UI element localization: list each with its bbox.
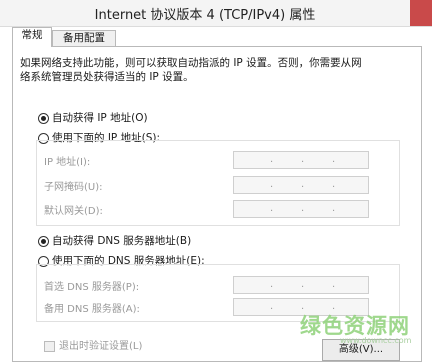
description-line: 络系统管理员处获得适当的 IP 设置。: [20, 71, 194, 83]
close-button[interactable]: [410, 0, 432, 26]
ip-dot: .: [270, 203, 274, 214]
checkbox-icon[interactable]: [44, 340, 55, 352]
ip-dot: .: [301, 203, 305, 214]
preferred-dns-label: 首选 DNS 服务器(P):: [44, 282, 140, 293]
ip-address-label: IP 地址(I):: [44, 157, 91, 168]
subnet-mask-input[interactable]: ...: [233, 176, 369, 194]
preferred-dns-input[interactable]: ...: [233, 276, 369, 294]
ip-dot: .: [332, 154, 336, 165]
default-gateway-input[interactable]: ...: [233, 200, 369, 218]
title-bar: Internet 协议版本 4 (TCP/IPv4) 属性: [0, 0, 432, 27]
auto-dns-label: 自动获得 DNS 服务器地址(B): [52, 235, 192, 247]
auto-dns-option[interactable]: 自动获得 DNS 服务器地址(B): [38, 234, 191, 248]
ip-dot: .: [270, 301, 274, 312]
ip-dot: .: [270, 154, 274, 165]
ip-dot: .: [301, 154, 305, 165]
ip-dot: .: [332, 203, 336, 214]
ip-dot: .: [270, 279, 274, 290]
ip-address-input[interactable]: ...: [233, 151, 369, 169]
ip-dot: .: [301, 179, 305, 190]
watermark-url: www.downcc.com: [340, 336, 412, 345]
auto-ip-label: 自动获得 IP 地址(O): [52, 112, 148, 124]
tab-general[interactable]: 常规: [12, 27, 52, 47]
radio-checked-icon[interactable]: [38, 235, 49, 247]
ip-dot: .: [332, 279, 336, 290]
default-gateway-label: 默认网关(D):: [44, 206, 103, 217]
validate-on-exit-label: 退出时验证设置(L): [59, 341, 143, 352]
description-text: 如果网络支持此功能，则可以获取自动指派的 IP 设置。否则，你需要从网 络系统管…: [20, 56, 400, 84]
alternate-dns-label: 备用 DNS 服务器(A):: [44, 304, 140, 315]
auto-ip-option[interactable]: 自动获得 IP 地址(O): [38, 111, 148, 125]
ip-dot: .: [270, 179, 274, 190]
ip-dot: .: [332, 179, 336, 190]
window-title: Internet 协议版本 4 (TCP/IPv4) 属性: [94, 8, 316, 23]
tab-alternate-config[interactable]: 备用配置: [52, 30, 116, 46]
subnet-mask-label: 子网掩码(U):: [44, 182, 103, 193]
description-line: 如果网络支持此功能，则可以获取自动指派的 IP 设置。否则，你需要从网: [20, 57, 362, 69]
radio-checked-icon[interactable]: [38, 112, 49, 124]
ip-dot: .: [301, 279, 305, 290]
validate-on-exit-option[interactable]: 退出时验证设置(L): [44, 337, 142, 352]
